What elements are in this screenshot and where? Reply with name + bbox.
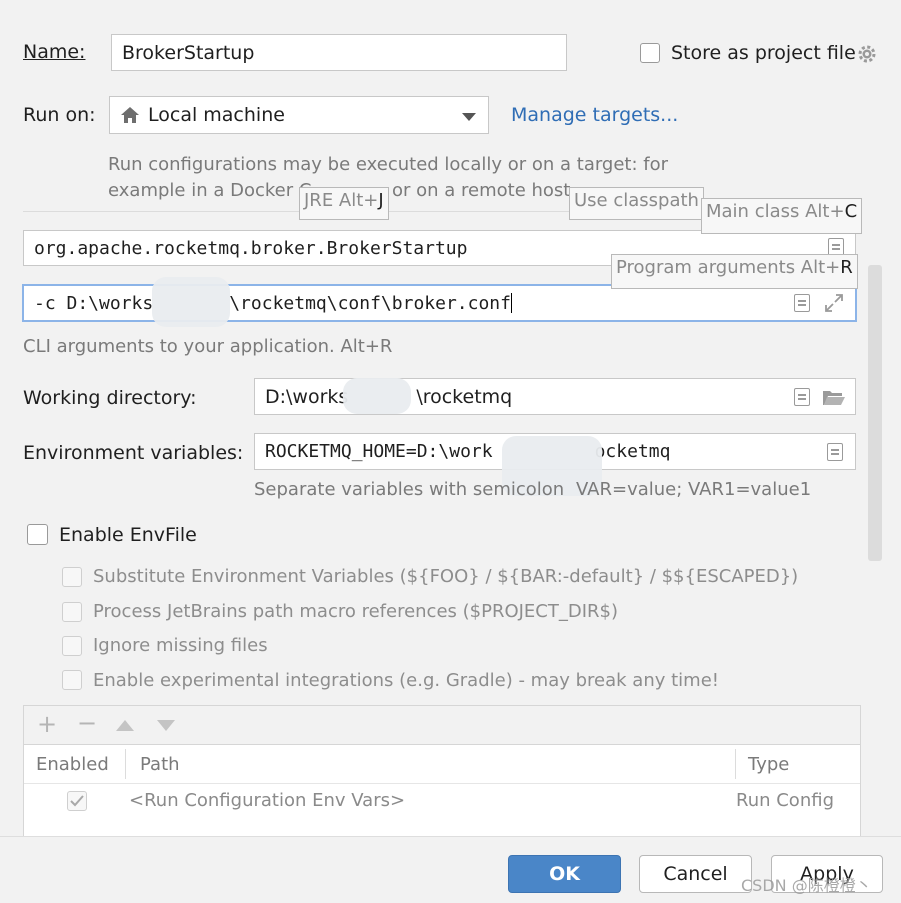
substitute-env-checkbox[interactable] — [62, 567, 82, 587]
run-on-hint-line2b: or on a remote host — [392, 180, 571, 201]
move-up-icon[interactable] — [116, 720, 134, 731]
col-type[interactable]: Type — [748, 754, 789, 775]
program-args-tooltip-text: Program arguments Alt+ — [616, 257, 841, 278]
col-enabled[interactable]: Enabled — [36, 754, 109, 775]
store-label: Store as project file — [671, 42, 856, 64]
row-enabled-checkbox[interactable] — [67, 791, 87, 811]
col-divider — [125, 749, 126, 779]
process-macro-checkbox[interactable] — [62, 602, 82, 622]
name-label: Name: — [23, 41, 85, 63]
program-args-hint: CLI arguments to your application. Alt+R — [23, 336, 393, 357]
run-on-hint-line2: example in a Docker C — [108, 180, 312, 201]
expand-field-icon[interactable] — [794, 294, 810, 312]
experimental-label: Enable experimental integrations (e.g. G… — [93, 670, 719, 691]
run-on-hint-line1: Run configurations may be executed local… — [108, 154, 669, 175]
program-args-value-1: -c D:\works — [34, 292, 154, 314]
experimental-checkbox[interactable] — [62, 670, 82, 690]
watermark: CSDN @陈橙橙丶 — [741, 876, 872, 895]
col-path[interactable]: Path — [140, 754, 180, 775]
working-dir-value-1: D:\works — [265, 385, 349, 408]
classpath-tooltip-text: Use classpath — [574, 190, 699, 211]
chevron-down-icon — [462, 113, 476, 121]
redaction-blur — [343, 378, 411, 414]
process-macro-label: Process JetBrains path macro references … — [93, 601, 619, 622]
table-header: Enabled Path Type — [24, 745, 860, 784]
program-args-tooltip-key: R — [840, 257, 853, 278]
working-dir-label: Working directory: — [23, 387, 197, 409]
jre-tooltip-key: J — [378, 190, 384, 211]
table-row[interactable]: <Run Configuration Env Vars> Run Config — [24, 784, 860, 836]
name-label-text: Name: — [23, 41, 86, 63]
store-checkbox[interactable] — [640, 43, 660, 63]
env-vars-value-1: ROCKETMQ_HOME=D:\work — [265, 441, 493, 462]
text-cursor — [510, 293, 512, 313]
cancel-button[interactable]: Cancel — [639, 855, 752, 893]
move-down-icon[interactable] — [157, 720, 175, 731]
ok-button[interactable]: OK — [508, 855, 621, 893]
main-class-tooltip: Main class Alt+C — [701, 198, 863, 234]
gear-icon[interactable] — [856, 43, 878, 65]
envfile-table-panel: + − Enabled Path Type <Run Configuration… — [23, 705, 861, 836]
program-args-value-2: \rocketmq\conf\broker.conf — [229, 292, 511, 314]
check-icon — [70, 795, 84, 807]
edit-env-icon[interactable] — [827, 443, 843, 461]
name-input-value: BrokerStartup — [122, 41, 255, 64]
home-icon — [121, 107, 139, 123]
classpath-tooltip: Use classpath — [569, 187, 704, 220]
program-args-tooltip: Program arguments Alt+R — [611, 254, 858, 289]
main-class-tooltip-key: C — [844, 201, 858, 222]
add-icon[interactable]: + — [37, 710, 57, 738]
run-on-select[interactable]: Local machine — [109, 96, 489, 134]
scrollbar[interactable] — [868, 265, 882, 561]
table-toolbar: + − — [24, 706, 860, 745]
substitute-env-label: Substitute Environment Variables (${FOO}… — [93, 566, 799, 587]
ignore-missing-label: Ignore missing files — [93, 635, 268, 656]
row-type: Run Config — [736, 790, 834, 811]
env-vars-label: Environment variables: — [23, 442, 244, 464]
run-on-value: Local machine — [148, 104, 285, 126]
run-on-label: Run on: — [23, 104, 96, 126]
program-args-input[interactable]: -c D:\works \rocketmq\conf\broker.conf — [22, 284, 857, 322]
main-class-tooltip-text: Main class Alt+ — [706, 201, 845, 222]
enable-envfile-label: Enable EnvFile — [59, 524, 197, 546]
jre-tooltip: JRE Alt+J — [299, 187, 389, 220]
env-vars-hint-1: Separate variables with semicolon — [254, 479, 565, 500]
ignore-missing-checkbox[interactable] — [62, 636, 82, 656]
redaction-blur — [152, 277, 230, 327]
folder-icon[interactable] — [822, 388, 846, 406]
remove-icon[interactable]: − — [77, 709, 97, 737]
macro-icon[interactable] — [794, 388, 810, 406]
name-input[interactable]: BrokerStartup — [111, 34, 567, 71]
enable-envfile-checkbox[interactable] — [27, 524, 48, 545]
working-dir-value-2: \rocketmq — [416, 385, 513, 408]
manage-targets-link[interactable]: Manage targets... — [511, 104, 678, 126]
main-class-value: org.apache.rocketmq.broker.BrokerStartup — [34, 237, 468, 259]
env-vars-value-2: ocketmq — [594, 441, 671, 462]
env-vars-hint-2: VAR=value; VAR1=value1 — [576, 479, 812, 500]
expand-icon[interactable] — [824, 293, 844, 313]
row-path: <Run Configuration Env Vars> — [129, 790, 406, 811]
jre-tooltip-text: JRE Alt+ — [304, 190, 379, 211]
col-divider — [735, 749, 736, 779]
